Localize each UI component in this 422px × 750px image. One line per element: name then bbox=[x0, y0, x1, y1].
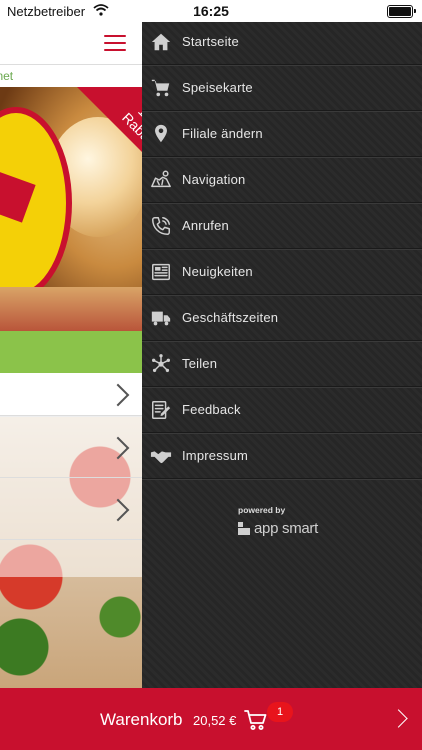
appsmart-logo-icon bbox=[238, 521, 250, 536]
menu-item-label: Navigation bbox=[182, 172, 246, 187]
menu-item-label: Neuigkeiten bbox=[182, 264, 253, 279]
cart-title: Warenkorb bbox=[100, 710, 183, 729]
menu-item-label: Startseite bbox=[182, 34, 239, 49]
pizza-image bbox=[0, 287, 142, 331]
menu-item-startseite[interactable]: Startseite bbox=[142, 19, 422, 65]
powered-by-text: powered by bbox=[238, 505, 286, 515]
shopping-cart-icon bbox=[244, 709, 268, 731]
menu-item-teilen[interactable]: Teilen bbox=[142, 341, 422, 387]
menu-item-label: Feedback bbox=[182, 402, 241, 417]
cart-count-badge: 1 bbox=[267, 702, 293, 722]
cart-icon bbox=[150, 77, 172, 99]
menu-item-geschaeftszeiten[interactable]: Geschäftszeiten bbox=[142, 295, 422, 341]
chevron-right-icon bbox=[106, 383, 130, 407]
status-bar: Netzbetreiber 16:25 bbox=[0, 0, 422, 22]
discount-ribbon: 10% Rabatt bbox=[2, 87, 142, 192]
list-row[interactable] bbox=[0, 373, 142, 416]
menu-item-neuigkeiten[interactable]: Neuigkeiten bbox=[142, 249, 422, 295]
map-icon bbox=[150, 169, 172, 191]
menu-item-label: Teilen bbox=[182, 356, 218, 371]
menu-item-label: Geschäftszeiten bbox=[182, 310, 279, 325]
menu-item-speisekarte[interactable]: Speisekarte bbox=[142, 65, 422, 111]
feedback-icon bbox=[150, 399, 172, 421]
appsmart-brand-text: app smart bbox=[254, 520, 318, 537]
home-icon bbox=[150, 31, 172, 53]
open-status-text: ffnet bbox=[0, 65, 142, 87]
side-menu: Startseite Speisekarte Filiale ändern Na… bbox=[142, 0, 422, 688]
app-header bbox=[0, 22, 142, 65]
appsmart-logo: app smart bbox=[238, 520, 318, 537]
menu-item-label: Filiale ändern bbox=[182, 126, 263, 141]
hero-image: 10% Rabatt bbox=[0, 87, 142, 331]
background-page: ffnet 10% Rabatt bbox=[0, 22, 142, 688]
cart-total-price: 20,52 € bbox=[193, 713, 237, 728]
menu-item-label: Speisekarte bbox=[182, 80, 253, 95]
cart-bar[interactable]: Warenkorb 20,52 € 1 bbox=[0, 688, 422, 750]
menu-item-impressum[interactable]: Impressum bbox=[142, 433, 422, 479]
delivery-truck-icon bbox=[150, 307, 172, 329]
clock: 16:25 bbox=[193, 3, 229, 19]
chevron-right-icon bbox=[389, 709, 408, 728]
menu-item-feedback[interactable]: Feedback bbox=[142, 387, 422, 433]
hamburger-menu-icon[interactable] bbox=[104, 35, 126, 51]
handshake-icon bbox=[150, 445, 172, 467]
battery-icon bbox=[387, 5, 416, 18]
menu-item-label: Impressum bbox=[182, 448, 249, 463]
newspaper-icon bbox=[150, 261, 172, 283]
location-pin-icon bbox=[150, 123, 172, 145]
divider bbox=[0, 539, 142, 540]
phone-icon bbox=[150, 215, 172, 237]
menu-item-navigation[interactable]: Navigation bbox=[142, 157, 422, 203]
menu-item-anrufen[interactable]: Anrufen bbox=[142, 203, 422, 249]
menu-item-label: Anrufen bbox=[182, 218, 229, 233]
status-banner[interactable] bbox=[0, 331, 142, 373]
menu-item-filiale[interactable]: Filiale ändern bbox=[142, 111, 422, 157]
divider bbox=[0, 477, 142, 478]
share-icon bbox=[150, 353, 172, 375]
